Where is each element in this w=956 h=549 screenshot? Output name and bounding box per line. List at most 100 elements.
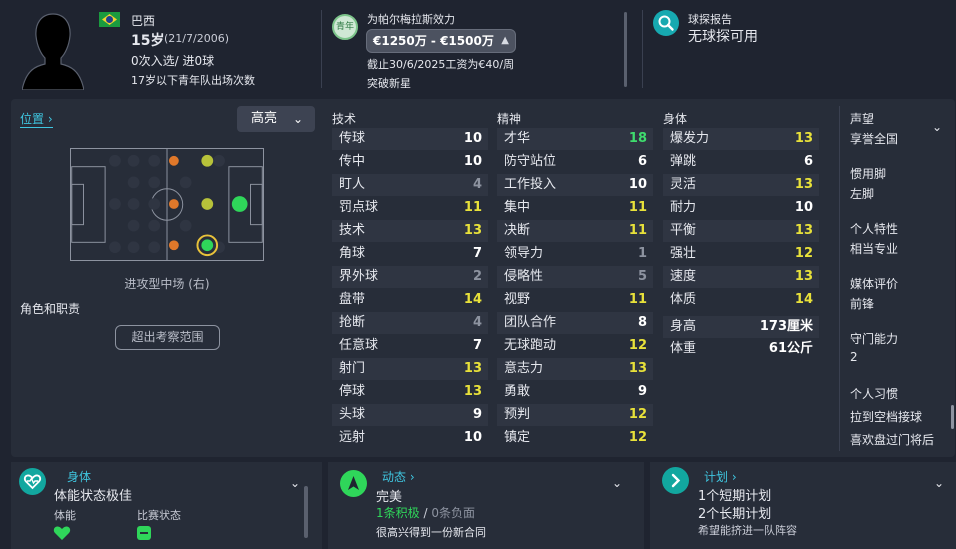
attribute-row[interactable]: 平衡 13 xyxy=(663,220,819,242)
chevron-down-icon[interactable]: ⌄ xyxy=(612,476,622,490)
attribute-row[interactable]: 远射 10 xyxy=(332,427,488,449)
highlight-dropdown[interactable]: 高亮 ⌄ xyxy=(237,106,315,132)
value-range-button[interactable]: €1250万 - €1500万 ▲ xyxy=(366,29,516,53)
attribute-row[interactable]: 侵略性 5 xyxy=(497,266,653,288)
attribute-row[interactable]: 弹跳 6 xyxy=(663,151,819,173)
attribute-row[interactable]: 射门 13 xyxy=(332,358,488,380)
attribute-row[interactable]: 任意球 7 xyxy=(332,335,488,357)
plans-link[interactable]: 计划 › xyxy=(704,468,737,485)
attribute-row[interactable]: 领导力 1 xyxy=(497,243,653,265)
body-title[interactable]: 身体 xyxy=(67,468,91,485)
player-header: 巴西 15岁 (21/7/2006) 0次入选/ 进0球 17岁以下青年队出场次… xyxy=(0,0,956,96)
height-row: 身高 173厘米 xyxy=(663,316,819,338)
attribute-row[interactable]: 爆发力 13 xyxy=(663,128,819,150)
chevron-right-icon: › xyxy=(47,112,53,126)
attribute-name: 盯人 xyxy=(339,177,366,192)
attribute-row[interactable]: 界外球 2 xyxy=(332,266,488,288)
attribute-row[interactable]: 预判 12 xyxy=(497,404,653,426)
attribute-row[interactable]: 罚点球 11 xyxy=(332,197,488,219)
attribute-row[interactable]: 盘带 14 xyxy=(332,289,488,311)
scout-search-icon[interactable] xyxy=(653,10,679,36)
attribute-value: 11 xyxy=(628,223,647,238)
attribute-row[interactable]: 团队合作 8 xyxy=(497,312,653,334)
sidebar-scrollbar[interactable] xyxy=(951,405,954,429)
attribute-row[interactable]: 技术 13 xyxy=(332,220,488,242)
attribute-row[interactable]: 传中 10 xyxy=(332,151,488,173)
chevron-down-icon[interactable]: ⌄ xyxy=(932,120,942,134)
attribute-row[interactable]: 才华 18 xyxy=(497,128,653,150)
attribute-row[interactable]: 视野 11 xyxy=(497,289,653,311)
attribute-value: 9 xyxy=(472,407,482,422)
attribute-value: 10 xyxy=(463,154,482,169)
role-marker-mid xyxy=(201,154,214,167)
attribute-value: 14 xyxy=(794,292,813,307)
chevron-right-circle-icon xyxy=(662,467,689,494)
weight-value: 61公斤 xyxy=(768,341,813,356)
attribute-row[interactable]: 镇定 12 xyxy=(497,427,653,449)
chevron-down-icon[interactable]: ⌄ xyxy=(290,476,300,490)
attribute-row[interactable]: 勇敢 9 xyxy=(497,381,653,403)
contract-info: 截止30/6/2025工资为€40/周 xyxy=(367,58,515,71)
dynamics-summary: 1条积极 / 0条负面 xyxy=(376,504,475,521)
attribute-value: 13 xyxy=(794,269,813,284)
outside-scope-button[interactable]: 超出考察范围 xyxy=(115,325,220,350)
caps-goals: 0次入选/ 进0球 xyxy=(131,54,215,68)
attribute-row[interactable]: 灵活 13 xyxy=(663,174,819,196)
media-value: 前锋 xyxy=(850,297,875,311)
attribute-value: 6 xyxy=(803,154,813,169)
youth-badge-icon: 青年 xyxy=(332,14,358,40)
habits-label: 个人习惯 xyxy=(850,387,899,401)
body-status: 体能状态极佳 xyxy=(54,489,133,504)
player-status: 突破新星 xyxy=(367,77,411,90)
age-value: 15岁 xyxy=(131,33,165,49)
attribute-row[interactable]: 决断 11 xyxy=(497,220,653,242)
date-of-birth: (21/7/2006) xyxy=(164,32,229,45)
attribute-row[interactable]: 强壮 12 xyxy=(663,243,819,265)
weight-row: 体重 61公斤 xyxy=(663,338,819,360)
attribute-name: 领导力 xyxy=(504,246,544,261)
attribute-name: 才华 xyxy=(504,131,531,146)
attribute-name: 抢断 xyxy=(339,315,366,330)
chevron-down-icon: ▲ xyxy=(501,35,509,46)
mental-header: 精神 xyxy=(497,112,522,126)
attribute-row[interactable]: 角球 7 xyxy=(332,243,488,265)
attribute-value: 13 xyxy=(794,223,813,238)
attribute-value: 7 xyxy=(472,338,482,353)
attribute-row[interactable]: 耐力 10 xyxy=(663,197,819,219)
position-link-label: 位置 xyxy=(20,112,45,126)
attribute-name: 镇定 xyxy=(504,430,531,445)
attribute-name: 强壮 xyxy=(670,246,697,261)
attribute-row[interactable]: 工作投入 10 xyxy=(497,174,653,196)
header-divider xyxy=(321,10,322,88)
preferred-foot-label: 惯用脚 xyxy=(850,167,887,181)
position-link[interactable]: 位置 › xyxy=(20,110,53,128)
club-line: 为帕尔梅拉斯效力 xyxy=(367,13,455,26)
dynamics-note: 很高兴得到一份新合同 xyxy=(376,526,486,539)
attribute-name: 预判 xyxy=(504,407,531,422)
attribute-row[interactable]: 传球 10 xyxy=(332,128,488,150)
attribute-row[interactable]: 头球 9 xyxy=(332,404,488,426)
attribute-row[interactable]: 停球 13 xyxy=(332,381,488,403)
attribute-row[interactable]: 防守站位 6 xyxy=(497,151,653,173)
attribute-value: 13 xyxy=(463,384,482,399)
attribute-value: 4 xyxy=(472,315,482,330)
attribute-name: 耐力 xyxy=(670,200,697,215)
header-scrollbar[interactable] xyxy=(624,12,627,87)
chevron-down-icon[interactable]: ⌄ xyxy=(934,476,944,490)
dynamics-link[interactable]: 动态 › xyxy=(382,468,415,485)
attribute-row[interactable]: 盯人 4 xyxy=(332,174,488,196)
attribute-row[interactable]: 无球跑动 12 xyxy=(497,335,653,357)
attribute-row[interactable]: 意志力 13 xyxy=(497,358,653,380)
attribute-name: 盘带 xyxy=(339,292,366,307)
attribute-row[interactable]: 集中 11 xyxy=(497,197,653,219)
attribute-value: 5 xyxy=(637,269,647,284)
attribute-row[interactable]: 体质 14 xyxy=(663,289,819,311)
body-scrollbar[interactable] xyxy=(304,486,308,538)
attribute-value: 13 xyxy=(463,223,482,238)
attribute-value: 10 xyxy=(463,131,482,146)
attribute-name: 远射 xyxy=(339,430,366,445)
attribute-row[interactable]: 抢断 4 xyxy=(332,312,488,334)
match-fitness-label: 比赛状态 xyxy=(137,509,181,522)
attribute-row[interactable]: 速度 13 xyxy=(663,266,819,288)
attribute-value: 12 xyxy=(628,430,647,445)
